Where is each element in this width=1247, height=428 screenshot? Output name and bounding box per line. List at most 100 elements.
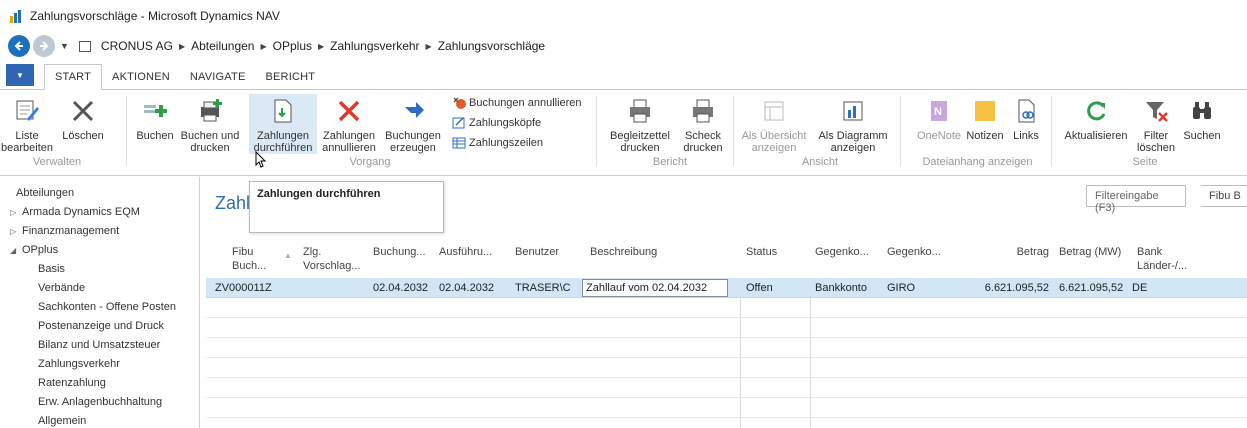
clear-filter-button[interactable]: Filter löschen: [1134, 94, 1178, 154]
links-label: Links: [1013, 130, 1039, 142]
clear-filter-icon: [1146, 102, 1168, 122]
main-content: Zahl Zahlungen durchführen Filtereingabe…: [201, 151, 1247, 428]
post-and-print-button[interactable]: Buchen und drucken: [178, 94, 242, 154]
back-button[interactable]: [8, 35, 30, 57]
cell-benutzer[interactable]: TRASER\C: [515, 282, 571, 294]
column-header-status[interactable]: Status: [746, 245, 777, 259]
edit-list-button[interactable]: Liste bearbeiten: [1, 94, 53, 154]
cell-gegenkonto[interactable]: GIRO: [887, 282, 915, 294]
column-header-bank-laender[interactable]: Bank Länder-/...: [1137, 245, 1187, 273]
nav-item-allgemein[interactable]: Allgemein: [38, 415, 86, 427]
breadcrumb-item[interactable]: Zahlungsvorschläge: [438, 39, 545, 53]
application-menu-button[interactable]: ▼: [6, 64, 34, 86]
tab-start[interactable]: START: [44, 64, 103, 90]
print-check-button[interactable]: Scheck drucken: [677, 94, 729, 154]
column-header-beschreibung[interactable]: Beschreibung: [590, 245, 657, 259]
nav-item-label: Verbände: [38, 282, 86, 294]
nav-item-opplus[interactable]: ◢ OPplus: [10, 244, 58, 256]
column-header-gegenkontoart[interactable]: Gegenko...: [815, 245, 869, 259]
forward-button[interactable]: [33, 35, 55, 57]
print-check-label: Scheck drucken: [683, 130, 723, 154]
breadcrumb-item[interactable]: Abteilungen: [191, 39, 254, 53]
refresh-button[interactable]: Aktualisieren: [1058, 94, 1134, 142]
column-header-betrag-mw[interactable]: Betrag (MW): [1059, 245, 1121, 259]
cell-status[interactable]: Offen: [746, 282, 773, 294]
nav-item-postenanzeige[interactable]: Postenanzeige und Druck: [38, 320, 164, 332]
table-row[interactable]: [206, 338, 1247, 358]
notes-button[interactable]: Notizen: [962, 94, 1008, 142]
table-row[interactable]: ZV000011Z 02.04.2032 02.04.2032 TRASER\C…: [206, 278, 1247, 298]
table-row[interactable]: [206, 298, 1247, 318]
breadcrumb-item[interactable]: OPplus: [273, 39, 312, 53]
nav-item-label: Bilanz und Umsatzsteuer: [38, 339, 161, 351]
expand-arrow-icon[interactable]: ▷: [10, 208, 22, 217]
history-dropdown-icon[interactable]: ▼: [60, 41, 69, 51]
breadcrumb-item[interactable]: CRONUS AG: [101, 39, 173, 53]
onenote-button[interactable]: N OneNote: [914, 94, 964, 142]
expand-arrow-icon[interactable]: ▷: [10, 227, 22, 236]
column-header-gegenkonto[interactable]: Gegenko...: [887, 245, 941, 259]
cell-betrag-mw[interactable]: 6.621.095,52: [1059, 282, 1123, 294]
print-slip-button[interactable]: Begleitzettel drucken: [604, 94, 676, 154]
dynamics-nav-app-icon: [10, 10, 21, 23]
table-row[interactable]: [206, 378, 1247, 398]
sticky-note-icon: [975, 101, 995, 121]
cancel-payments-button[interactable]: Zahlungen annullieren: [318, 94, 380, 154]
post-and-print-label: Buchen und drucken: [180, 130, 240, 154]
search-button[interactable]: Suchen: [1180, 94, 1224, 142]
cancel-postings-button[interactable]: Buchungen annullieren: [452, 96, 582, 110]
payment-lines-icon: [452, 137, 466, 149]
column-header-buchungsdatum[interactable]: Buchung...: [373, 245, 426, 259]
print-slip-label: Begleitzettel drucken: [610, 130, 670, 154]
post-plus-icon: [144, 105, 167, 117]
nav-item-basis[interactable]: Basis: [38, 263, 65, 275]
nav-item-bilanz[interactable]: Bilanz und Umsatzsteuer: [38, 339, 160, 351]
nav-item-verbaende[interactable]: Verbände: [38, 282, 85, 294]
collapse-arrow-icon[interactable]: ◢: [10, 246, 22, 255]
links-button[interactable]: Links: [1008, 94, 1044, 142]
printer-icon: [630, 99, 650, 123]
cell-beschreibung[interactable]: Zahllauf vom 02.04.2032: [582, 279, 728, 297]
column-header-ausfuehrungsdatum[interactable]: Ausführu...: [439, 245, 492, 259]
show-as-list-button[interactable]: Als Übersicht anzeigen: [736, 94, 812, 154]
nav-item-finanzmanagement[interactable]: ▷ Finanzmanagement: [10, 225, 119, 237]
cell-ausfuehrungsdatum[interactable]: 02.04.2032: [439, 282, 494, 294]
show-as-chart-button[interactable]: Als Diagramm anzeigen: [813, 94, 893, 154]
post-print-icon: [201, 99, 222, 122]
post-button[interactable]: Buchen: [133, 94, 177, 142]
cancel-postings-label: Buchungen annullieren: [469, 97, 582, 109]
filter-field-select[interactable]: Fibu B: [1201, 185, 1247, 207]
nav-item-sachkonten[interactable]: Sachkonten - Offene Posten: [38, 301, 176, 313]
nav-item-zahlungsverkehr[interactable]: Zahlungsverkehr: [38, 358, 120, 370]
tab-bericht[interactable]: BERICHT: [255, 65, 325, 89]
column-header-benutzer[interactable]: Benutzer: [515, 245, 559, 259]
column-header-fibu[interactable]: Fibu Buch...: [232, 245, 266, 273]
cell-betrag[interactable]: 6.621.095,52: [949, 282, 1049, 294]
payment-lines-button[interactable]: Zahlungszeilen: [452, 136, 543, 150]
nav-item-anlagenbuchhaltung[interactable]: Erw. Anlagenbuchhaltung: [38, 396, 162, 408]
nav-item-armada[interactable]: ▷ Armada Dynamics EQM: [10, 206, 140, 218]
delete-button[interactable]: Löschen: [58, 94, 108, 142]
table-row[interactable]: [206, 398, 1247, 418]
tab-aktionen[interactable]: AKTIONEN: [102, 65, 180, 89]
group-seite-label: Seite: [1132, 156, 1158, 168]
filter-input[interactable]: Filtereingabe (F3): [1086, 185, 1186, 214]
navigation-pane-icon[interactable]: [78, 40, 91, 52]
table-row[interactable]: [206, 318, 1247, 338]
mouse-cursor-icon: [255, 151, 267, 168]
table-row[interactable]: [206, 358, 1247, 378]
nav-item-abteilungen[interactable]: Abteilungen: [16, 187, 74, 199]
cell-gegenkontoart[interactable]: Bankkonto: [815, 282, 867, 294]
cell-bank-laender[interactable]: DE: [1132, 282, 1147, 294]
payment-headers-button[interactable]: Zahlungsköpfe: [452, 116, 541, 130]
tab-navigate[interactable]: NAVIGATE: [180, 65, 256, 89]
cell-fibu[interactable]: ZV000011Z: [215, 282, 272, 294]
column-header-zlg-vorschlag[interactable]: Zlg. Vorschlag...: [303, 245, 360, 273]
nav-item-ratenzahlung[interactable]: Ratenzahlung: [38, 377, 106, 389]
cell-buchungsdatum[interactable]: 02.04.2032: [373, 282, 428, 294]
column-header-betrag[interactable]: Betrag: [969, 245, 1049, 259]
binoculars-icon: [1193, 102, 1211, 119]
breadcrumb-item[interactable]: Zahlungsverkehr: [330, 39, 419, 53]
execute-payments-button[interactable]: Zahlungen durchführen: [249, 94, 317, 154]
create-postings-button[interactable]: Buchungen erzeugen: [381, 94, 445, 154]
